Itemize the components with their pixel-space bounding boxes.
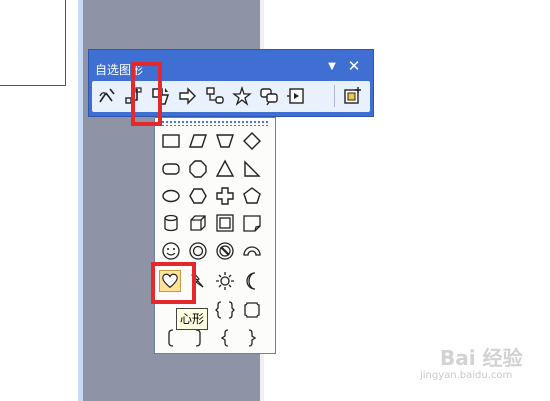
shape-no-symbol[interactable] — [214, 240, 236, 262]
shape-triangle[interactable] — [214, 158, 236, 180]
toolbar-title: 自选图形 — [95, 63, 144, 77]
cube-icon — [190, 215, 206, 231]
oval-icon — [162, 189, 180, 203]
block-arc-icon — [243, 246, 261, 256]
right-bracket-icon — [195, 329, 201, 347]
toolbar-options-icon[interactable]: ▼ — [325, 60, 339, 74]
heart-icon — [162, 273, 178, 289]
right-brace-icon — [248, 329, 257, 347]
shape-parallelogram[interactable] — [187, 130, 209, 152]
block-arrows-icon — [179, 87, 196, 105]
donut-icon — [189, 242, 207, 260]
rounded-rectangle-icon — [162, 163, 180, 175]
shape-left-bracket[interactable] — [160, 327, 182, 349]
hexagon-icon — [189, 188, 207, 204]
double-brace-icon — [215, 301, 235, 319]
flowchart-button[interactable] — [202, 83, 228, 109]
callouts-icon — [260, 88, 278, 106]
more-autoshapes-button[interactable] — [340, 83, 366, 109]
block-arrows-button[interactable] — [175, 83, 201, 109]
cross-icon — [216, 187, 234, 205]
watermark: Bai 经验 jingyan.baidu.com — [420, 336, 530, 386]
shape-can[interactable] — [160, 212, 182, 234]
stars-banners-button[interactable] — [229, 83, 255, 109]
toolbar-separator — [334, 85, 335, 107]
triangle-icon — [215, 159, 235, 177]
action-buttons-button[interactable] — [283, 83, 309, 109]
shape-pentagon[interactable] — [241, 185, 263, 207]
shape-folded-corner[interactable] — [241, 212, 263, 234]
shape-rounded-rectangle[interactable] — [160, 158, 182, 180]
shape-right-bracket[interactable] — [187, 327, 209, 349]
can-icon — [164, 214, 178, 232]
shape-sun[interactable] — [214, 270, 236, 292]
left-brace-icon — [220, 329, 229, 347]
shape-bevel[interactable] — [214, 212, 236, 234]
flowchart-icon — [206, 87, 224, 104]
plaque-icon — [244, 302, 260, 318]
diamond-icon — [243, 132, 261, 150]
shape-block-arc[interactable] — [241, 240, 263, 262]
shape-plaque[interactable] — [241, 299, 263, 321]
bevel-icon — [216, 214, 234, 232]
heart-tooltip: 心形 — [176, 308, 209, 330]
shape-donut[interactable] — [187, 240, 209, 262]
right-triangle-icon — [244, 160, 261, 177]
shape-heart[interactable] — [159, 270, 181, 292]
sun-icon — [216, 272, 234, 290]
shape-double-brace[interactable] — [214, 299, 236, 321]
connectors-button[interactable] — [121, 83, 147, 109]
parallelogram-icon — [189, 134, 207, 148]
folded-corner-icon — [243, 215, 261, 232]
close-icon[interactable]: ✕ — [347, 59, 361, 74]
palette-drag-handle[interactable] — [161, 120, 269, 126]
autoshapes-toolbar[interactable]: 自选图形 ▼ ✕ — [88, 49, 374, 117]
pentagon-icon — [243, 187, 261, 204]
shape-smiley-face[interactable] — [160, 240, 182, 262]
action-buttons-icon — [287, 88, 304, 104]
shape-left-brace[interactable] — [214, 327, 236, 349]
shape-hexagon[interactable] — [187, 185, 209, 207]
shape-right-brace[interactable] — [241, 327, 263, 349]
callouts-button[interactable] — [256, 83, 282, 109]
watermark-logo: Bai 经验 — [440, 346, 523, 370]
left-bracket-icon — [168, 329, 174, 347]
shape-octagon[interactable] — [187, 158, 209, 180]
basic-shapes-icon — [152, 88, 170, 105]
shape-moon[interactable] — [241, 270, 263, 292]
lines-button[interactable] — [94, 83, 120, 109]
octagon-icon — [189, 160, 207, 178]
basic-shapes-palette — [154, 117, 276, 354]
lines-icon — [99, 88, 115, 103]
shape-cross[interactable] — [214, 185, 236, 207]
document-page — [0, 0, 66, 86]
basic-shapes-button[interactable] — [148, 83, 174, 109]
shape-cube[interactable] — [187, 212, 209, 234]
more-autoshapes-icon — [344, 87, 361, 104]
shape-right-triangle[interactable] — [241, 158, 263, 180]
no-symbol-icon — [216, 242, 234, 260]
watermark-url: jingyan.baidu.com — [420, 370, 513, 381]
toolbar-buttons — [92, 81, 370, 112]
trapezoid-icon — [216, 134, 234, 148]
shape-oval[interactable] — [160, 185, 182, 207]
shape-trapezoid[interactable] — [214, 130, 236, 152]
connectors-icon — [125, 87, 142, 104]
rectangle-icon — [162, 134, 180, 148]
shape-lightning-bolt[interactable] — [187, 270, 209, 292]
shape-diamond[interactable] — [241, 130, 263, 152]
lightning-bolt-icon — [191, 272, 204, 288]
shape-rectangle[interactable] — [160, 130, 182, 152]
moon-icon — [246, 272, 256, 290]
smiley-face-icon — [162, 242, 180, 260]
stars-banners-icon — [232, 86, 252, 106]
